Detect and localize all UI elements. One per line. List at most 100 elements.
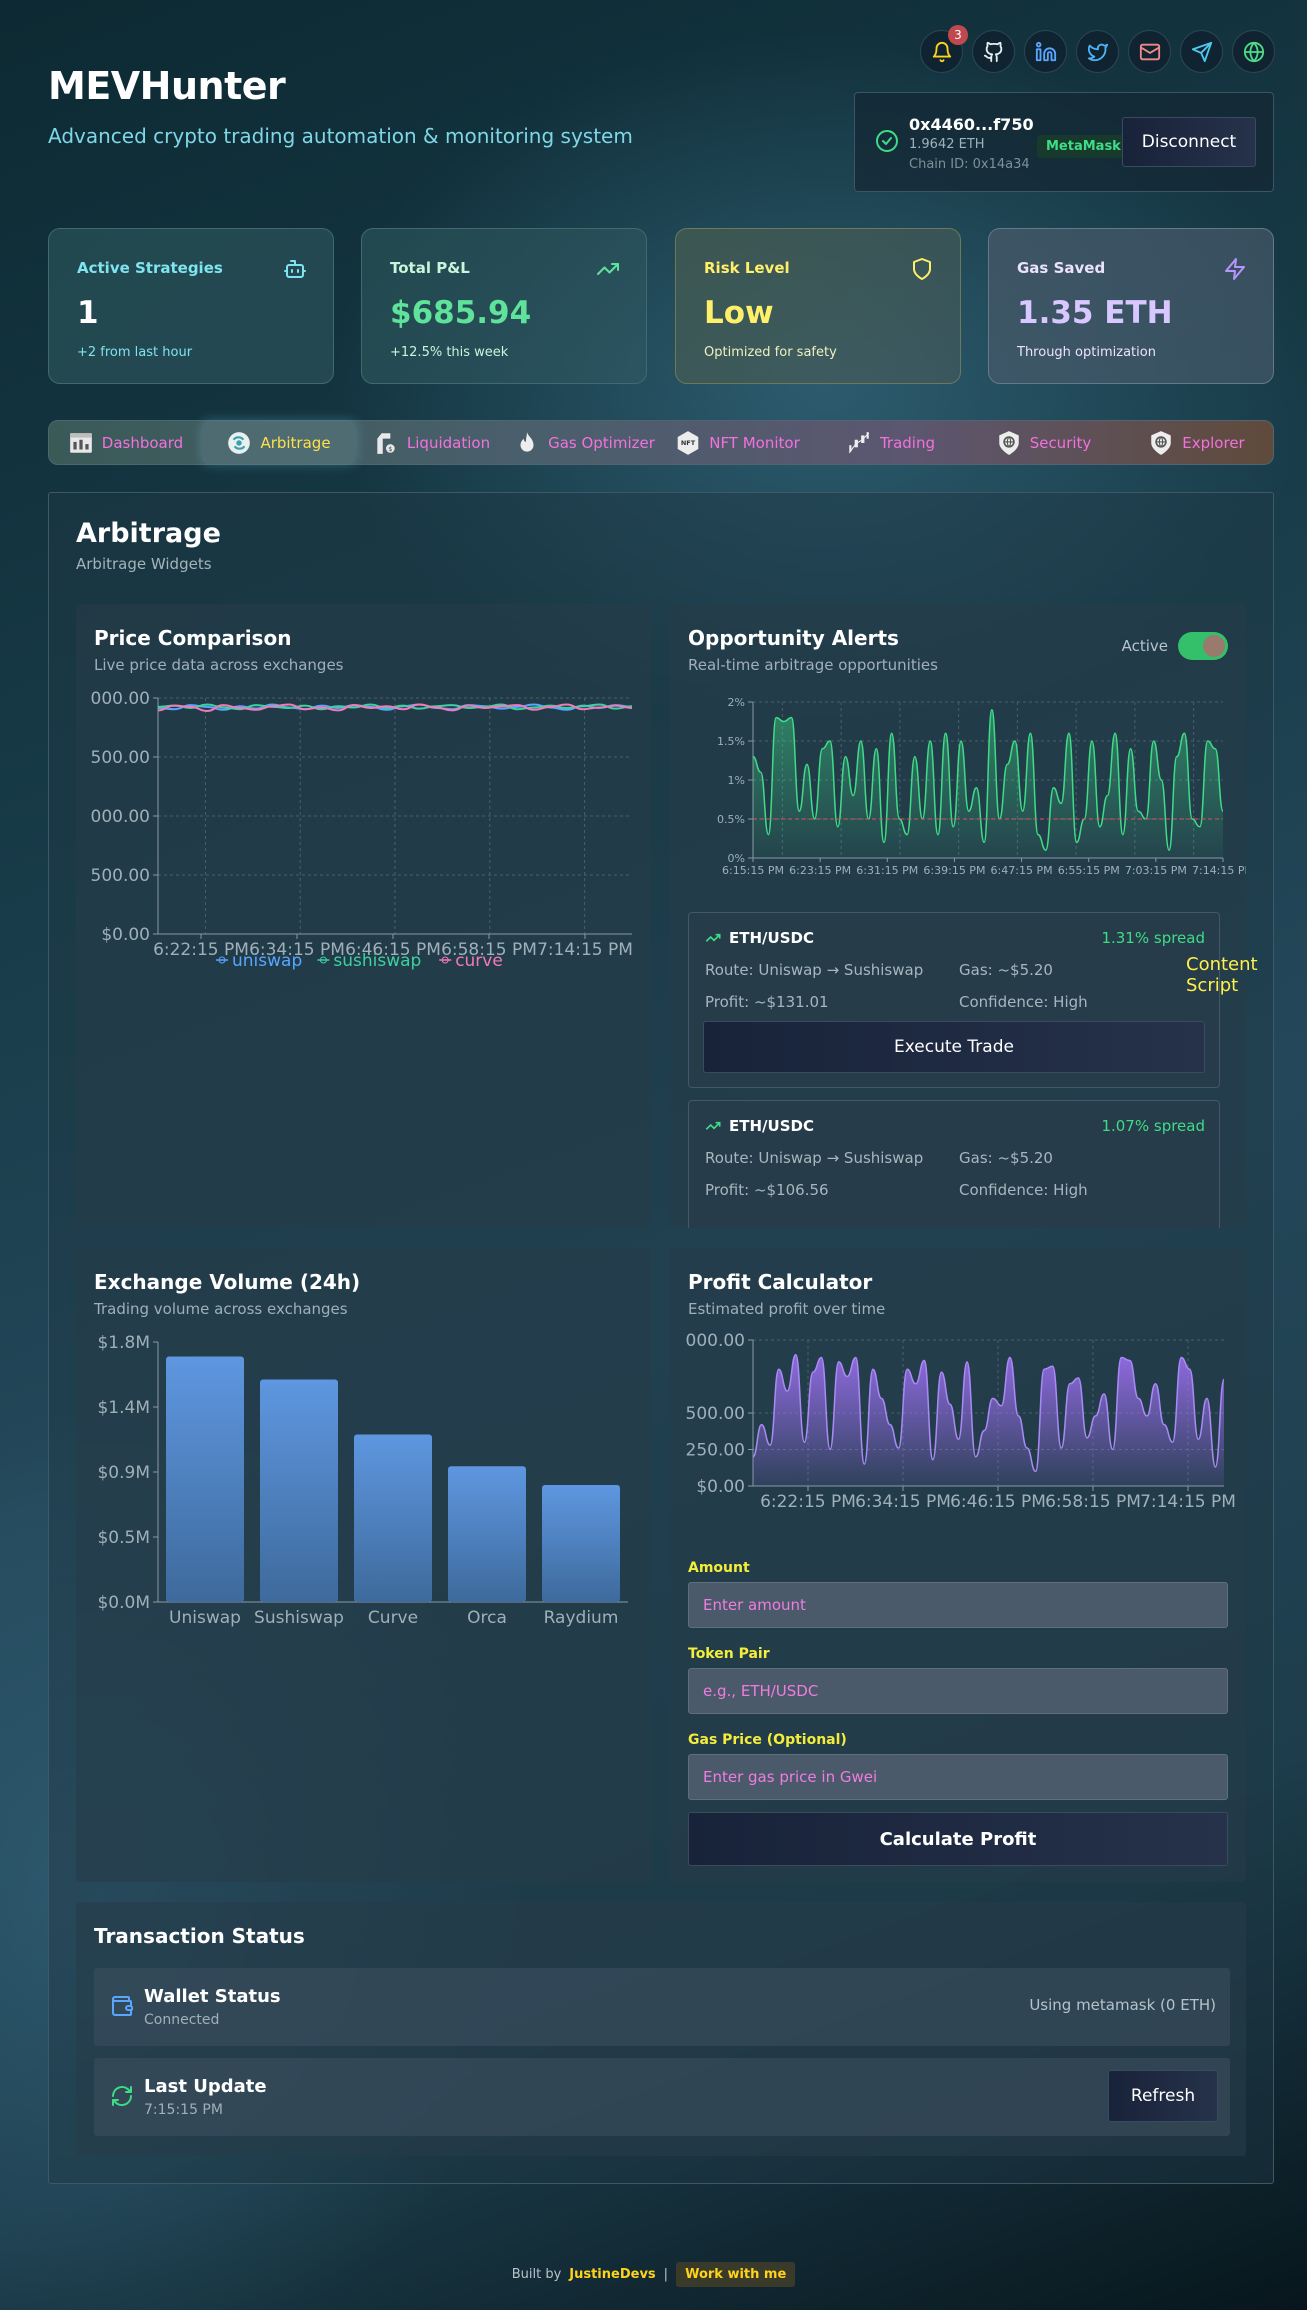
notifications-button[interactable]: 3 <box>920 25 968 73</box>
linkedin-button[interactable] <box>1024 30 1067 73</box>
transaction-status-card: Transaction Status Wallet Status Connect… <box>76 1902 1246 2156</box>
globe-icon <box>1243 41 1264 62</box>
nav-tab-liquidation[interactable]: $ Liquidation <box>355 421 508 464</box>
alerts-active-toggle[interactable] <box>1178 632 1228 660</box>
profit-calculator-card: Profit Calculator Estimated profit over … <box>670 1248 1246 1882</box>
stat-card-gas-saved: Gas Saved 1.35 ETH Through optimization <box>988 228 1274 384</box>
legend-label-curve: curve <box>455 951 503 971</box>
route-text: Route: Uniswap → Sushiswap <box>705 1149 924 1167</box>
y-tick-label: 000.00 <box>686 1331 745 1351</box>
stat-label: Risk Level <box>704 259 790 277</box>
x-tick-label: Curve <box>368 1608 418 1628</box>
exchange-volume-card: Exchange Volume (24h) Trading volume acr… <box>76 1248 651 1882</box>
github-button[interactable] <box>972 30 1015 73</box>
work-with-me-button[interactable]: Work with me <box>676 2262 796 2287</box>
trending-up-icon <box>597 263 619 275</box>
x-tick-label: Orca <box>467 1608 507 1628</box>
nav-tab-arbitrage[interactable]: Arbitrage <box>202 421 355 464</box>
stat-card-risk-level: Risk Level Low Optimized for safety <box>675 228 961 384</box>
card-subtitle: Estimated profit over time <box>688 1300 886 1318</box>
spread-value: 1.31% spread <box>1101 929 1205 947</box>
mail-button[interactable] <box>1128 30 1171 73</box>
gas-text: Gas: ~$5.20 <box>959 1149 1053 1167</box>
nav-tab-trading[interactable]: Trading <box>814 421 967 464</box>
wallet-status-detail: Using metamask (0 ETH) <box>1029 1996 1216 2014</box>
nft-icon: NFT <box>677 430 699 455</box>
footer: Built by JustineDevs | Work with me <box>0 2262 1307 2287</box>
exchange-volume-chart: $0.0M $0.5M $0.9M $1.4M $1.8M Uniswap Sushiswa… <box>97 1333 628 1628</box>
bar-curve <box>354 1434 432 1602</box>
last-update-time: 7:15:15 PM <box>144 2102 223 2118</box>
y-tick-label: $1.4M <box>97 1398 150 1418</box>
footer-author-link[interactable]: JustineDevs <box>569 2267 655 2282</box>
telegram-icon <box>1191 41 1212 62</box>
calculate-profit-button[interactable]: Calculate Profit <box>688 1812 1228 1866</box>
card-title: Profit Calculator <box>688 1270 873 1294</box>
explorer-icon <box>1151 430 1172 455</box>
wallet-chain-id: Chain ID: 0x14a34 <box>909 157 1030 172</box>
stat-value: 1 <box>77 295 99 331</box>
execute-trade-button[interactable]: Execute Trade <box>703 1021 1205 1073</box>
website-button[interactable] <box>1232 30 1275 73</box>
nav-tab-gas-optimizer[interactable]: Gas Optimizer <box>508 421 661 464</box>
nav-tab-explorer[interactable]: Explorer <box>1120 421 1273 464</box>
amount-label: Amount <box>688 1560 750 1576</box>
nav-tab-dashboard[interactable]: Dashboard <box>49 421 202 464</box>
x-tick-label: 6:58:15 PM <box>1045 1492 1141 1512</box>
card-subtitle: Live price data across exchanges <box>94 656 344 674</box>
mail-icon <box>1139 43 1160 60</box>
refresh-button[interactable]: Refresh <box>1108 2070 1218 2122</box>
twitter-icon <box>1087 43 1108 61</box>
x-tick-label: 7:03:15 PM <box>1125 864 1187 877</box>
amount-input[interactable]: Enter amount <box>688 1582 1228 1628</box>
toggle-knob <box>1203 635 1225 657</box>
y-tick-label: 0% <box>728 852 745 865</box>
x-tick-label: 6:31:15 PM <box>856 864 918 877</box>
y-tick-label: $0.5M <box>97 1528 150 1548</box>
nav-tab-nft-monitor[interactable]: NFT NFT Monitor <box>661 421 814 464</box>
disconnect-button[interactable]: Disconnect <box>1122 117 1256 167</box>
gas-text: Gas: ~$5.20 <box>959 961 1053 979</box>
x-tick-label: 6:34:15 PM <box>855 1492 951 1512</box>
alerts-toggle-group: Active <box>1122 632 1228 660</box>
profit-estimate-chart: $0.00 250.00 500.00 000.00 6:22:15 PM 6:34:15… <box>686 1331 1236 1512</box>
y-tick-label: 500.00 <box>91 748 150 768</box>
section-subtitle: Arbitrage Widgets <box>76 555 212 573</box>
token-pair-input[interactable]: e.g., ETH/USDC <box>688 1668 1228 1714</box>
flame-icon <box>520 431 534 452</box>
nav-tab-security[interactable]: Security <box>967 421 1120 464</box>
bar-raydium <box>542 1485 620 1602</box>
y-tick-label: $0.0M <box>97 1593 150 1613</box>
wallet-icon <box>112 1996 133 2016</box>
x-tick-label: 6:39:15 PM <box>923 864 985 877</box>
x-tick-label: Raydium <box>544 1608 619 1628</box>
y-tick-label: 000.00 <box>91 807 150 827</box>
nav-label: Trading <box>879 433 936 452</box>
content-script-overlay: Content Script <box>1186 954 1258 996</box>
y-tick-label: 500.00 <box>686 1404 745 1424</box>
telegram-button[interactable] <box>1180 30 1223 73</box>
y-tick-label: 1.5% <box>717 735 745 748</box>
y-tick-label: $0.00 <box>101 925 150 945</box>
x-tick-label: 6:46:15 PM <box>950 1492 1046 1512</box>
shield-icon <box>913 258 931 280</box>
y-tick-label: 000.00 <box>91 689 150 709</box>
nav-label: Dashboard <box>101 433 184 452</box>
y-tick-label: 0.5% <box>717 813 745 826</box>
github-icon <box>983 41 1002 62</box>
x-tick-label: 7:14:15 PM <box>537 940 633 960</box>
card-title: Transaction Status <box>94 1924 305 1948</box>
price-comparison-card: Price Comparison Live price data across … <box>76 604 651 1228</box>
card-title: Opportunity Alerts <box>688 626 899 650</box>
stat-value: Low <box>704 295 774 331</box>
stat-subtext: +12.5% this week <box>390 345 509 360</box>
wallet-status-title: Wallet Status <box>144 1986 281 2007</box>
confidence-text: Confidence: High <box>959 1181 1088 1199</box>
twitter-button[interactable] <box>1076 30 1119 73</box>
dashboard-icon <box>69 432 92 453</box>
robot-icon <box>284 260 306 278</box>
confidence-text: Confidence: High <box>959 993 1088 1011</box>
gas-price-input[interactable]: Enter gas price in Gwei <box>688 1754 1228 1800</box>
svg-text:$: $ <box>388 445 392 453</box>
x-tick-label: 6:23:15 PM <box>789 864 851 877</box>
